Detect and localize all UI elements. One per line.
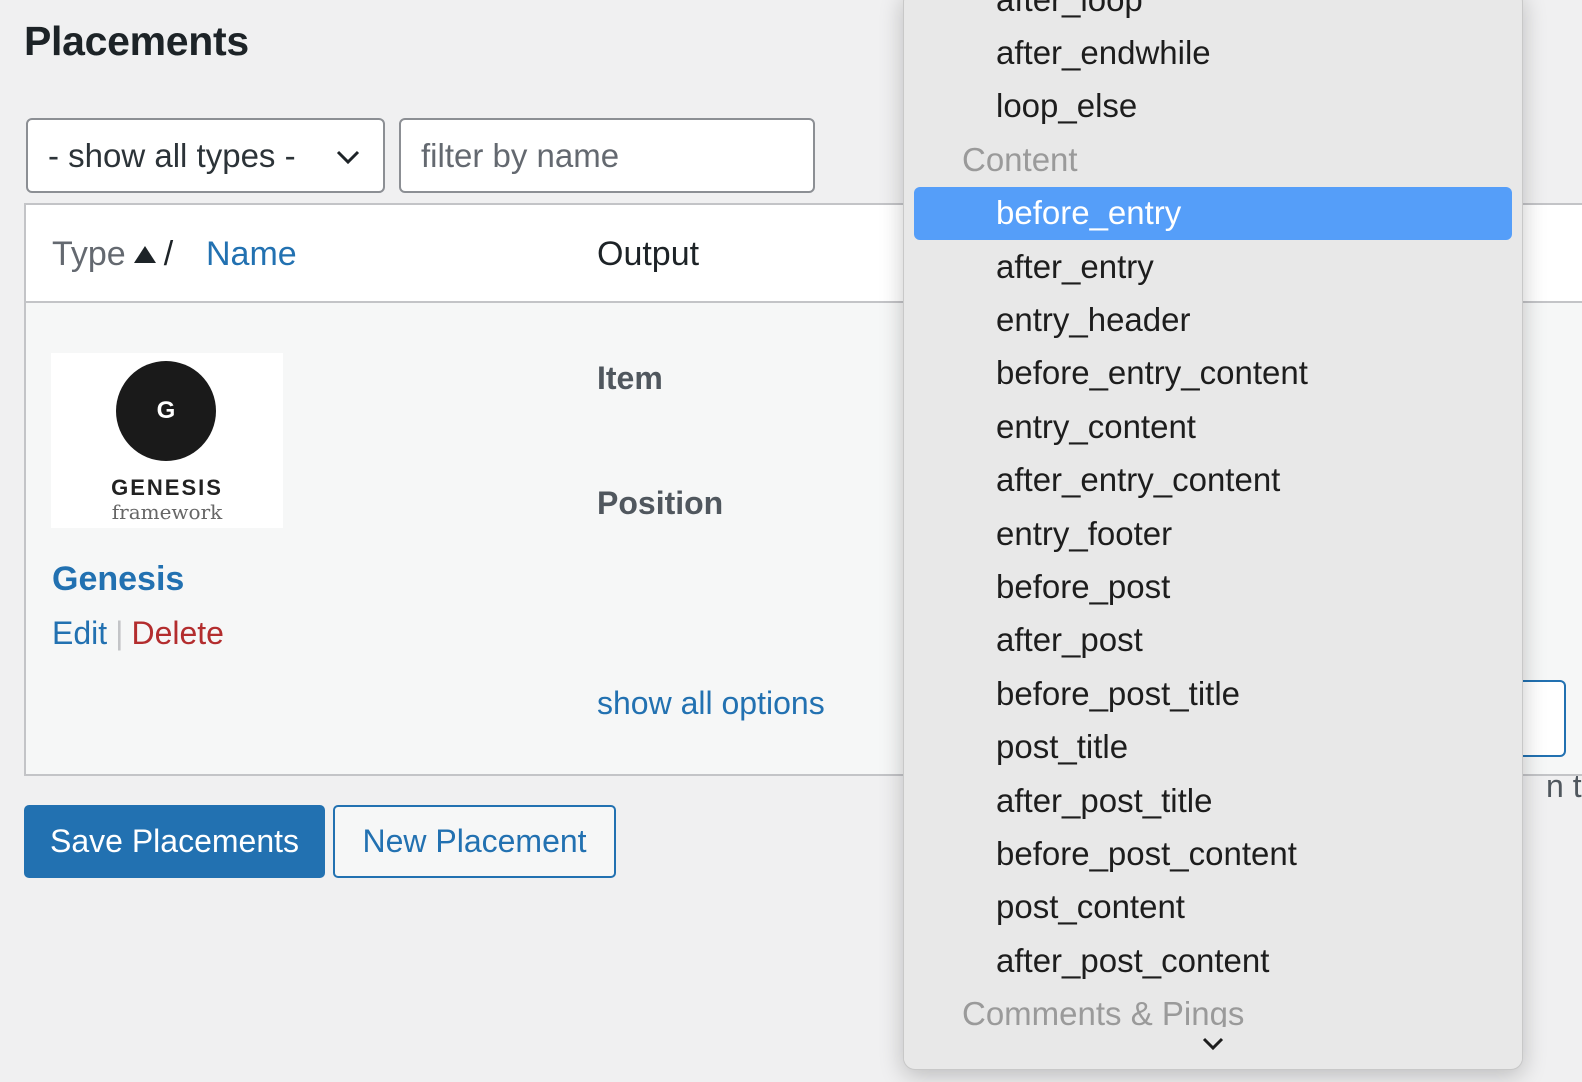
dropdown-option[interactable]: entry_content [914, 400, 1512, 453]
dropdown-option[interactable]: before_entry [914, 186, 1512, 240]
chevron-down-icon [336, 150, 360, 165]
dropdown-option[interactable]: before_post [914, 560, 1512, 613]
chevron-down-icon [1202, 1037, 1224, 1051]
edit-link[interactable]: Edit [52, 615, 107, 651]
genesis-logo-icon: G [116, 361, 216, 461]
scroll-down-arrow[interactable] [904, 1027, 1522, 1061]
dropdown-option[interactable]: loop_else [914, 80, 1512, 133]
type-filter-select[interactable]: - show all types - [26, 118, 385, 193]
dropdown-option[interactable]: after_post [914, 614, 1512, 667]
save-placements-button[interactable]: Save Placements [24, 805, 325, 878]
dropdown-option[interactable]: before_post_title [914, 667, 1512, 720]
column-header-type[interactable]: Type / [52, 235, 173, 274]
show-all-options-link[interactable]: show all options [597, 685, 825, 722]
position-description: n th [1546, 768, 1582, 804]
item-label: Item [597, 360, 663, 396]
dropdown-options-list: after_loopafter_endwhileloop_else Content… [904, 0, 1522, 1041]
row-action-separator: | [115, 615, 124, 651]
placement-name-link[interactable]: Genesis [52, 560, 184, 599]
dropdown-option[interactable]: after_entry_content [914, 454, 1512, 507]
column-header-name[interactable]: Name [206, 235, 297, 274]
placement-type-logo: G GENESIS framework [51, 353, 283, 528]
dropdown-option[interactable]: after_post_content [914, 934, 1512, 987]
delete-link[interactable]: Delete [131, 615, 224, 651]
dropdown-option[interactable]: after_entry [914, 240, 1512, 293]
position-dropdown-menu[interactable]: after_loopafter_endwhileloop_else Content… [903, 0, 1523, 1070]
dropdown-option[interactable]: after_loop [914, 0, 1512, 26]
dropdown-option[interactable]: before_post_content [914, 827, 1512, 880]
dropdown-option[interactable]: after_endwhile [914, 26, 1512, 79]
column-header-type-label: Type [52, 235, 126, 273]
logo-subtitle: framework [111, 500, 223, 524]
page-title: Placements [24, 18, 249, 64]
dropdown-option[interactable]: post_title [914, 720, 1512, 773]
row-actions: Edit | Delete [52, 615, 224, 652]
dropdown-option[interactable]: after_post_title [914, 774, 1512, 827]
column-header-output: Output [597, 235, 700, 273]
dropdown-option[interactable]: entry_header [914, 293, 1512, 346]
name-filter-input[interactable] [399, 118, 815, 193]
position-label: Position [597, 485, 724, 521]
dropdown-group-label: Content [962, 140, 1078, 178]
sort-ascending-icon [133, 246, 156, 263]
dropdown-option[interactable]: entry_footer [914, 507, 1512, 560]
dropdown-option[interactable]: post_content [914, 881, 1512, 934]
type-filter-value: - show all types - [48, 136, 296, 174]
logo-wordmark: GENESIS [111, 475, 223, 500]
dropdown-option[interactable]: before_entry_content [914, 347, 1512, 400]
new-placement-button[interactable]: New Placement [333, 805, 616, 878]
column-header-separator: / [163, 235, 174, 273]
